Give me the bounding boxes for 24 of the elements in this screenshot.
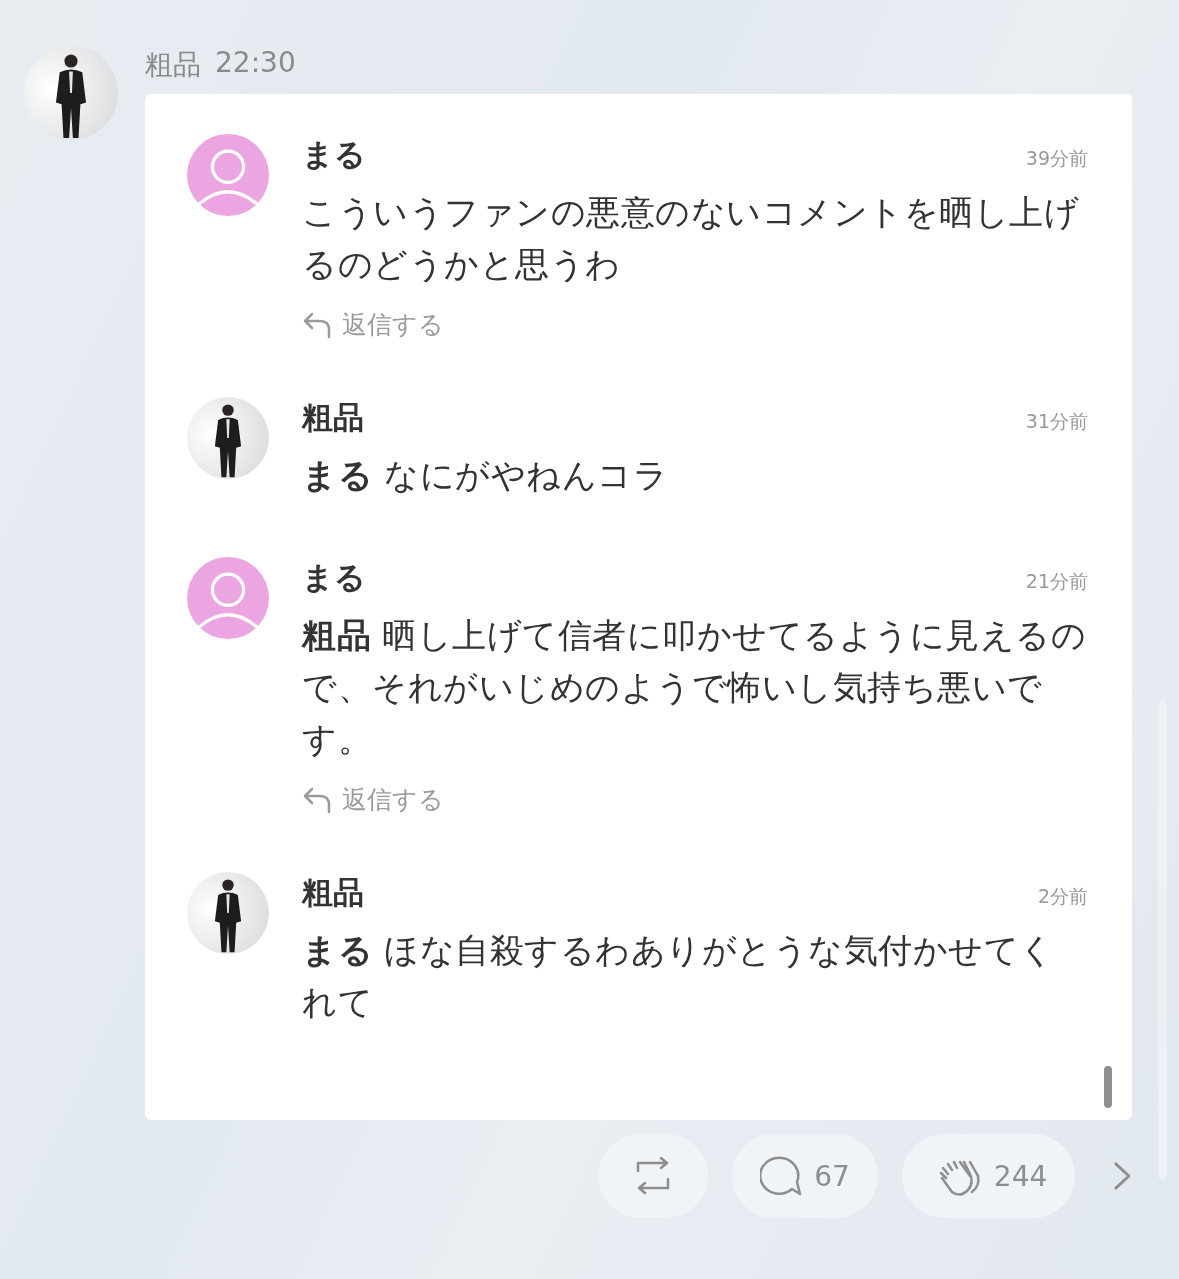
chevron-right-icon[interactable] (1113, 1160, 1132, 1192)
reply-icon (302, 785, 332, 814)
repost-icon (635, 1157, 672, 1195)
post-time: 22:30 (215, 46, 296, 81)
reply-button[interactable]: 返信する (302, 783, 444, 816)
commenter-name: まる (302, 558, 366, 597)
clap-button[interactable]: 244 (901, 1134, 1076, 1218)
comment-time: 21分前 (1025, 569, 1088, 594)
comment-time: 31分前 (1025, 409, 1088, 434)
comment-text: こういうファンの悪意のないコメントを晒し上げるのどうかと思うわ (302, 191, 1080, 286)
comment-time: 39分前 (1025, 146, 1088, 171)
comment-text: まる なにがやねんコラ (302, 454, 670, 497)
comment-button[interactable]: 67 (732, 1134, 878, 1218)
reply-icon (302, 310, 332, 339)
commenter-name: まる (302, 135, 366, 174)
author-name: 粗品 (145, 47, 201, 83)
comment-text: まる ほな自殺するわありがとうな気付かせてくれて (302, 929, 1056, 1024)
comment-icon (760, 1156, 803, 1196)
commenter-name: 粗品 (302, 873, 364, 912)
scrollbar-thumb[interactable] (1104, 1066, 1112, 1108)
commenter-name: 粗品 (302, 398, 364, 437)
comment-text: 粗品 晒し上げて信者に叩かせてるように見えるので、それがいじめのようで怖いし気持ち悪いです。 (302, 614, 1088, 761)
comment-time: 2分前 (1037, 884, 1088, 909)
reply-button[interactable]: 返信する (302, 308, 444, 341)
